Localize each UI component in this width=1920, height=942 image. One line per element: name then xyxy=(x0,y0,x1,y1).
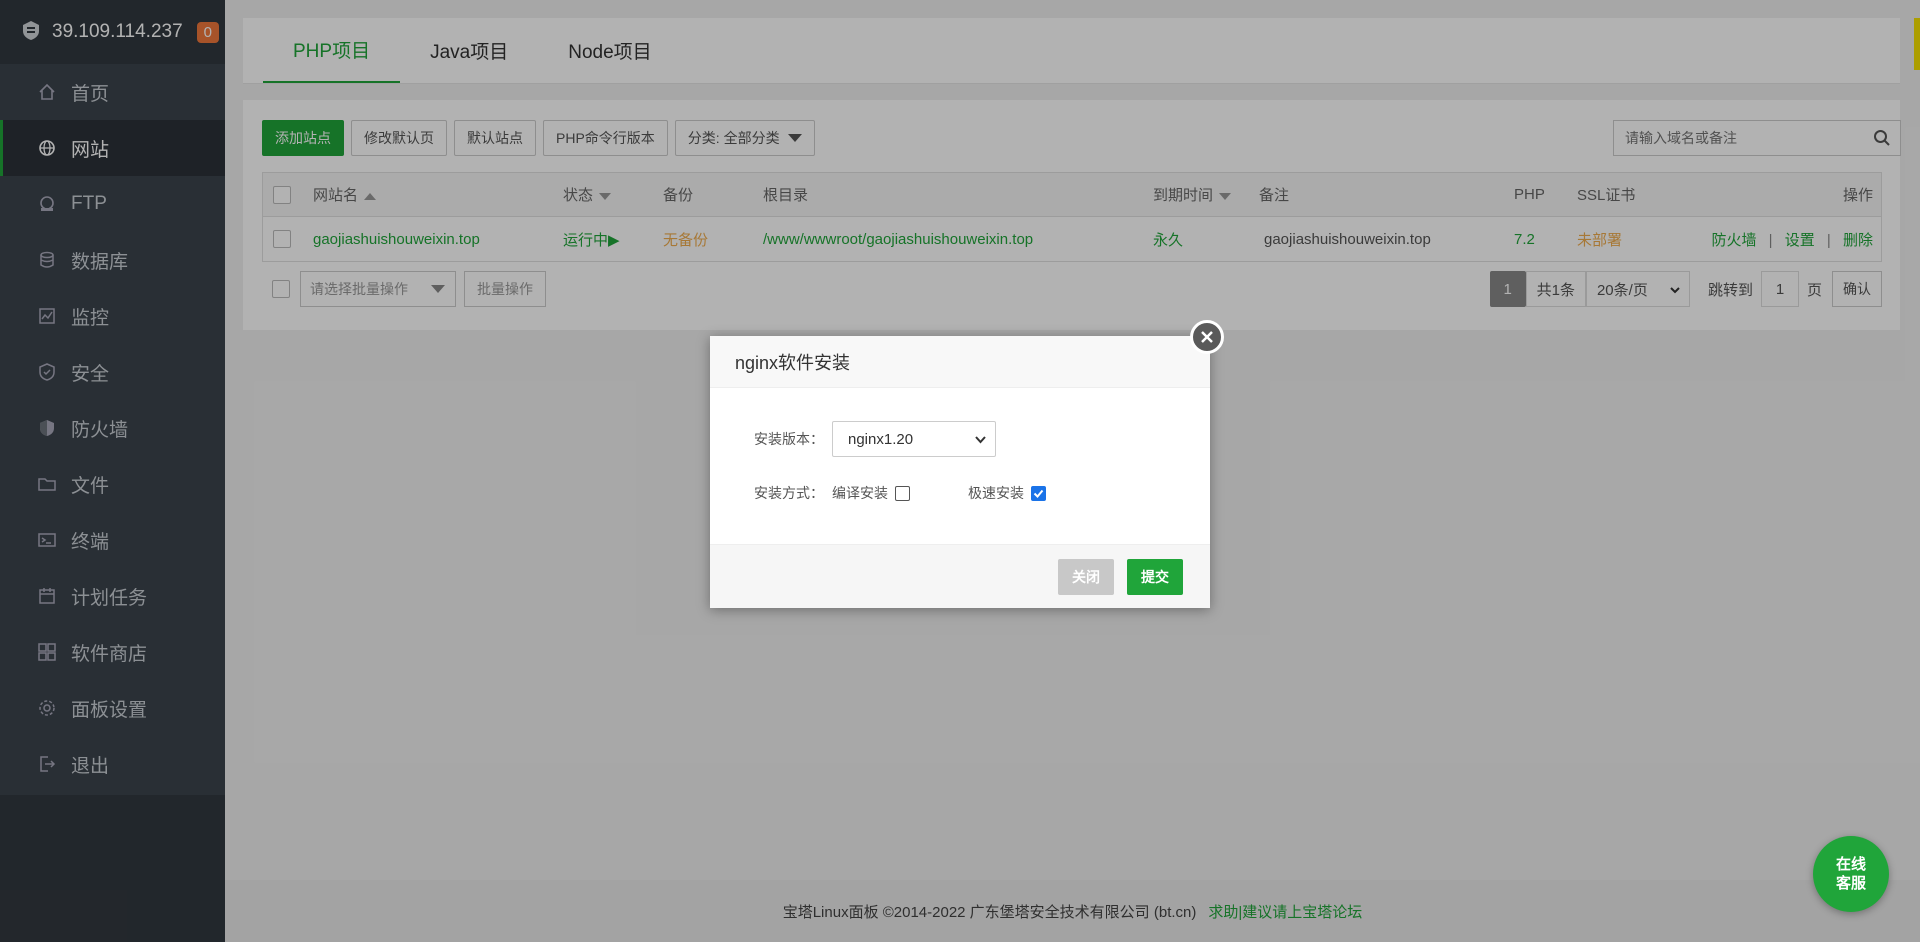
close-icon[interactable] xyxy=(1190,320,1224,354)
online-support-button[interactable]: 在线 客服 xyxy=(1813,836,1889,912)
fast-install-checkbox[interactable] xyxy=(1031,485,1046,501)
submit-button[interactable]: 提交 xyxy=(1127,559,1183,595)
chat-line-2: 客服 xyxy=(1835,875,1866,892)
method-row: 安装方式： 编译安装 极速安装 xyxy=(754,483,1046,503)
version-value: nginx1.20 xyxy=(848,430,914,448)
compile-option-label: 编译安装 xyxy=(832,485,888,501)
chevron-down-icon xyxy=(974,433,987,450)
dialog-footer: 关闭 提交 xyxy=(710,544,1210,608)
chat-line-1: 在线 xyxy=(1835,856,1866,873)
fast-option-label: 极速安装 xyxy=(968,485,1024,501)
nginx-install-dialog: nginx软件安装 安装版本： nginx1.20 安装方式： 编译安装 极速安… xyxy=(710,320,1224,608)
dialog-title: nginx软件安装 xyxy=(710,336,1210,388)
close-button[interactable]: 关闭 xyxy=(1058,559,1114,595)
compile-install-checkbox[interactable] xyxy=(895,485,910,501)
version-select[interactable]: nginx1.20 xyxy=(832,421,996,457)
version-row: 安装版本： nginx1.20 xyxy=(754,421,996,457)
version-label: 安装版本： xyxy=(754,431,824,447)
method-label: 安装方式： xyxy=(754,485,824,501)
